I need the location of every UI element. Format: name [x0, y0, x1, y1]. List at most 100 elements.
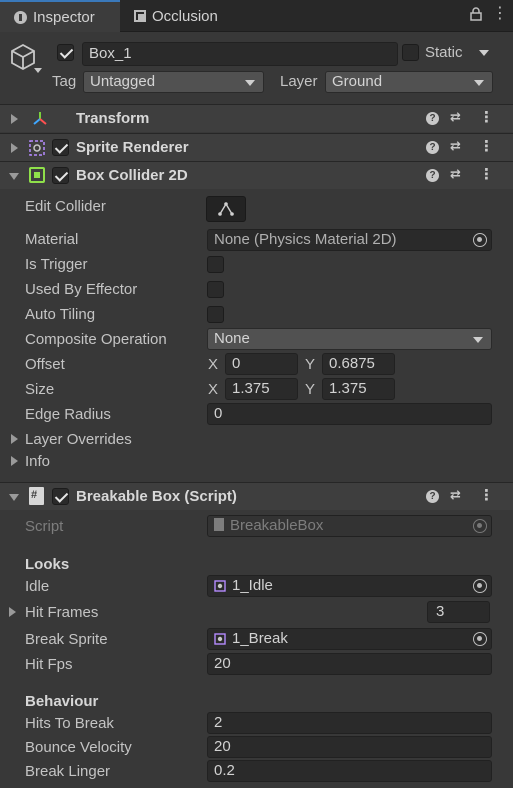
offset-y-input[interactable]: 0.6875	[322, 353, 395, 375]
transform-header[interactable]: Transform ? ⇄ ⋮	[0, 104, 513, 132]
size-label: Size	[25, 381, 55, 398]
tab-occlusion[interactable]: Occlusion	[134, 0, 254, 32]
break-linger-input[interactable]: 0.2	[207, 760, 492, 782]
break-sprite-field[interactable]: 1_Break	[207, 628, 492, 650]
offset-x-label: X	[208, 356, 219, 373]
tab-inspector[interactable]: Inspector	[0, 0, 120, 32]
used-by-effector-label: Used By Effector	[25, 281, 138, 298]
preset-icon[interactable]: ⇄	[450, 487, 461, 503]
edit-collider-button[interactable]	[206, 196, 246, 222]
is-trigger-checkbox[interactable]	[207, 256, 224, 273]
composite-operation-value: None	[214, 330, 250, 347]
bounce-velocity-label: Bounce Velocity	[25, 739, 132, 756]
more-options-icon[interactable]: ⋮	[492, 6, 508, 22]
sprite-renderer-title: Sprite Renderer	[76, 139, 189, 156]
preset-icon[interactable]: ⇄	[450, 138, 461, 154]
offset-label: Offset	[25, 356, 65, 373]
bounce-velocity-input[interactable]: 20	[207, 736, 492, 758]
component-menu-icon[interactable]: ⋮	[479, 108, 494, 126]
help-icon[interactable]: ?	[426, 490, 439, 503]
expand-arrow-icon[interactable]	[11, 114, 18, 124]
gameobject-active-checkbox[interactable]	[57, 44, 74, 61]
component-menu-icon[interactable]: ⋮	[479, 486, 494, 504]
layer-label: Layer	[280, 73, 318, 90]
sprite-icon	[214, 579, 226, 596]
collapse-arrow-icon[interactable]	[9, 494, 19, 501]
edit-shape-icon	[218, 202, 234, 216]
behaviour-header: Behaviour	[25, 693, 99, 710]
idle-field[interactable]: 1_Idle	[207, 575, 492, 597]
box-collider-icon	[29, 167, 45, 183]
edge-radius-label: Edge Radius	[25, 406, 111, 423]
breakable-box-enabled-checkbox[interactable]	[52, 488, 69, 505]
box-collider-enabled-checkbox[interactable]	[52, 167, 69, 184]
tab-bar: Inspector Occlusion ⋮	[0, 0, 513, 32]
break-sprite-value: 1_Break	[232, 630, 288, 647]
transform-title: Transform	[76, 110, 150, 127]
preset-icon[interactable]: ⇄	[450, 109, 461, 125]
object-picker-icon[interactable]	[473, 233, 487, 247]
box-collider-title: Box Collider 2D	[76, 167, 188, 184]
script-icon: #	[29, 487, 44, 505]
hit-fps-input[interactable]: 20	[207, 653, 492, 675]
info-icon	[14, 10, 27, 24]
composite-operation-dropdown[interactable]: None	[207, 328, 492, 350]
is-trigger-label: Is Trigger	[25, 256, 88, 273]
sprite-renderer-icon	[28, 139, 46, 161]
size-y-input[interactable]: 1.375	[322, 378, 395, 400]
collapse-arrow-icon[interactable]	[9, 173, 19, 180]
transform-icon	[32, 111, 48, 131]
lock-icon[interactable]	[470, 7, 482, 24]
tag-label: Tag	[52, 73, 77, 90]
tab-inspector-label: Inspector	[33, 8, 95, 26]
hit-fps-label: Hit Fps	[25, 656, 73, 673]
static-checkbox[interactable]	[402, 44, 419, 61]
offset-y-label: Y	[305, 356, 316, 373]
idle-label: Idle	[25, 578, 50, 595]
preset-icon[interactable]: ⇄	[450, 166, 461, 182]
script-label: Script	[25, 518, 64, 535]
hits-to-break-input[interactable]: 2	[207, 712, 492, 734]
breakable-box-header[interactable]: # Breakable Box (Script) ? ⇄ ⋮	[0, 482, 513, 510]
icon-dropdown-caret[interactable]	[34, 68, 42, 73]
idle-value: 1_Idle	[232, 577, 273, 594]
hits-to-break-label: Hits To Break	[25, 715, 114, 732]
static-dropdown-caret[interactable]	[479, 50, 489, 56]
script-value: BreakableBox	[230, 517, 324, 534]
auto-tiling-checkbox[interactable]	[207, 306, 224, 323]
layer-value: Ground	[332, 73, 383, 90]
info-arrow-icon[interactable]	[11, 456, 18, 466]
hit-frames-size-input[interactable]: 3	[427, 601, 490, 623]
break-sprite-label: Break Sprite	[25, 631, 108, 648]
edge-radius-input[interactable]: 0	[207, 403, 492, 425]
help-icon[interactable]: ?	[426, 141, 439, 154]
help-icon[interactable]: ?	[426, 169, 439, 182]
size-x-input[interactable]: 1.375	[225, 378, 298, 400]
static-label: Static	[425, 44, 463, 61]
tag-dropdown[interactable]: Untagged	[83, 71, 264, 93]
layer-dropdown[interactable]: Ground	[325, 71, 493, 93]
component-menu-icon[interactable]: ⋮	[479, 165, 494, 183]
sprite-renderer-header[interactable]: Sprite Renderer ? ⇄ ⋮	[0, 133, 513, 161]
material-value: None (Physics Material 2D)	[214, 231, 397, 248]
layer-overrides-foldout[interactable]: Layer Overrides	[25, 431, 132, 448]
hit-frames-label[interactable]: Hit Frames	[25, 604, 98, 621]
info-foldout[interactable]: Info	[25, 453, 50, 470]
offset-x-input[interactable]: 0	[225, 353, 298, 375]
material-field[interactable]: None (Physics Material 2D)	[207, 229, 492, 251]
component-menu-icon[interactable]: ⋮	[479, 137, 494, 155]
break-sprite-picker-icon[interactable]	[473, 632, 487, 646]
expand-arrow-icon[interactable]	[11, 143, 18, 153]
occlusion-icon	[134, 10, 146, 22]
idle-picker-icon[interactable]	[473, 579, 487, 593]
layer-overrides-arrow-icon[interactable]	[11, 434, 18, 444]
box-collider-header[interactable]: Box Collider 2D ? ⇄ ⋮	[0, 161, 513, 189]
auto-tiling-label: Auto Tiling	[25, 306, 96, 323]
material-label: Material	[25, 231, 79, 248]
used-by-effector-checkbox[interactable]	[207, 281, 224, 298]
hit-frames-arrow-icon[interactable]	[9, 607, 16, 617]
gameobject-name-input[interactable]: Box_1	[82, 42, 398, 66]
edit-collider-label: Edit Collider	[25, 198, 106, 215]
help-icon[interactable]: ?	[426, 112, 439, 125]
sprite-renderer-enabled-checkbox[interactable]	[52, 139, 69, 156]
